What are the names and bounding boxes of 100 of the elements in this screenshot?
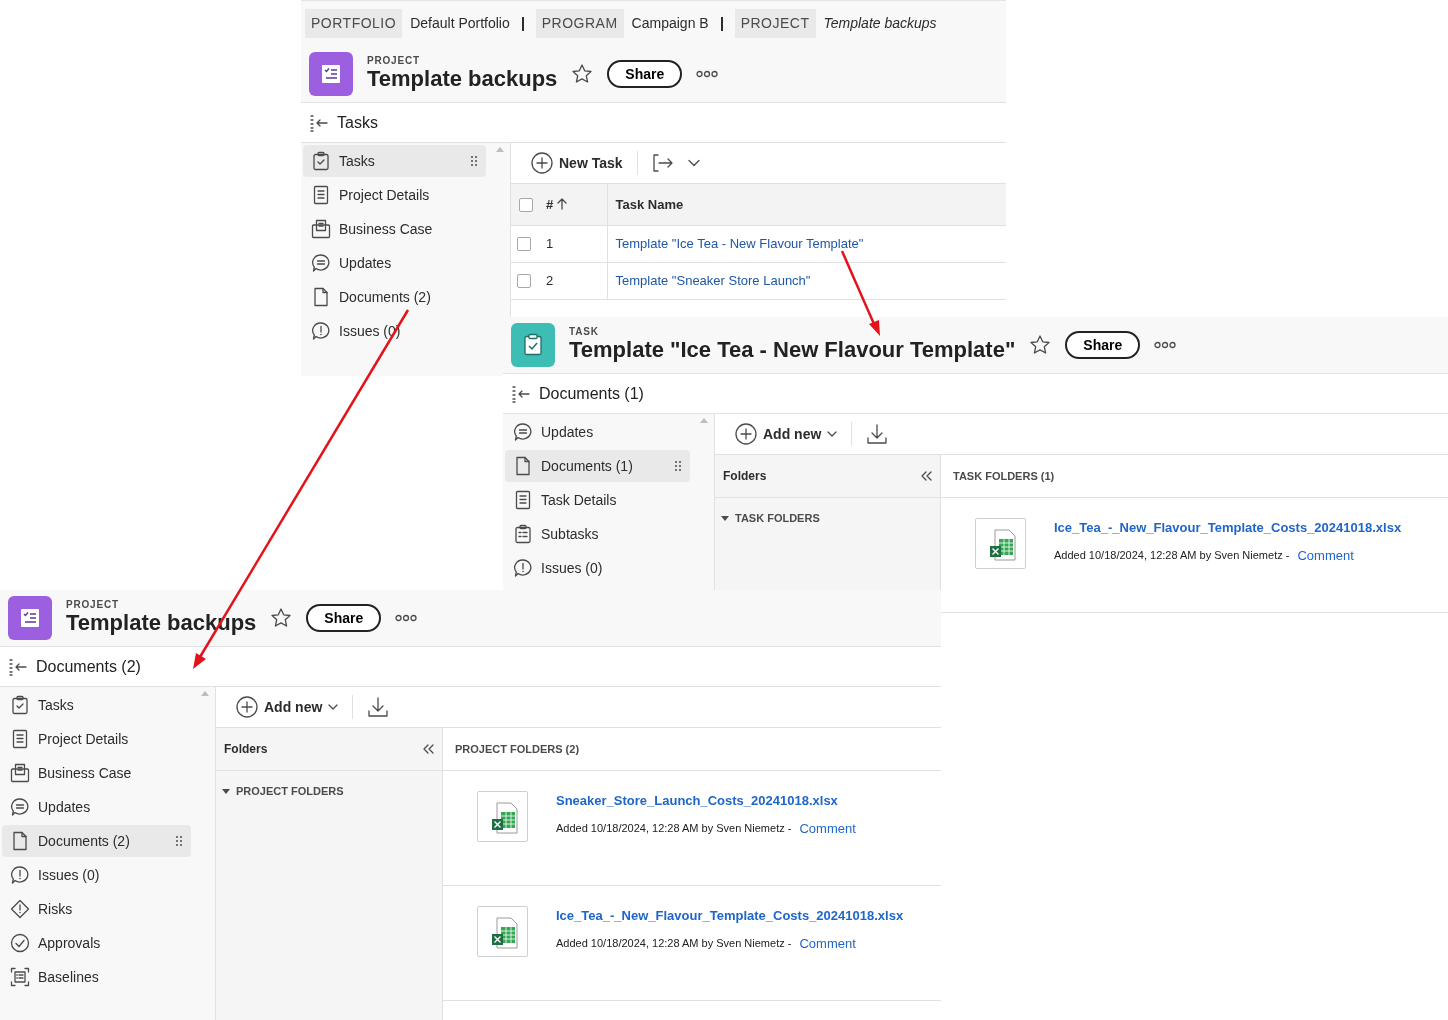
chevron-down-icon[interactable] [687,159,700,167]
number-column-header[interactable]: # [546,194,568,214]
file-link[interactable]: Ice_Tea_-_New_Flavour_Template_Costs_20241018.xlsx [1054,518,1402,538]
sidebar-item[interactable]: Baselines [2,961,191,993]
drag-handle-icon[interactable] [175,835,183,847]
file-thumbnail[interactable] [975,518,1026,569]
select-all-checkbox[interactable] [519,198,533,213]
sidebar-item[interactable]: Documents (2) [2,825,191,857]
speech-bubble-icon [10,797,30,817]
sidebar-item[interactable]: Approvals [2,927,191,959]
scroll-up-icon [700,418,708,423]
document-icon [10,831,30,851]
breadcrumb-type-label: PROJECT [734,9,816,38]
star-icon[interactable] [571,63,594,85]
scroll-up-icon [496,147,504,152]
speech-bubble-icon [311,253,331,273]
sidebar-item[interactable]: Project Details [303,179,486,211]
breadcrumb-link[interactable]: Campaign B [631,13,709,34]
comment-link[interactable]: Comment [799,933,856,953]
page-title: Template "Ice Tea - New Flavour Template" [569,336,1016,364]
row-checkbox[interactable] [517,237,531,252]
more-options-icon[interactable] [1154,341,1177,349]
breadcrumb-link[interactable]: Default Portfolio [410,13,510,34]
collapse-panel-icon[interactable] [511,384,531,403]
section-title: Tasks [337,112,378,133]
folders-heading: Folders [224,741,268,758]
page-title: Template backups [367,65,558,93]
section-title: Documents (1) [539,383,644,404]
file-thumbnail[interactable] [477,906,528,957]
sidebar-item[interactable]: Risks [2,893,191,925]
document-icon [311,287,331,307]
document-icon [513,456,533,476]
file-link[interactable]: Sneaker_Store_Launch_Costs_20241018.xlsx [556,791,856,811]
star-icon[interactable] [270,607,293,629]
star-icon[interactable] [1029,334,1052,356]
comment-link[interactable]: Comment [799,818,856,838]
sort-ascending-icon [557,198,568,211]
sidebar-item[interactable]: Documents (2) [303,281,486,313]
check-circle-icon [10,933,30,953]
folder-group[interactable]: PROJECT FOLDERS [216,771,442,812]
sidebar-item[interactable]: Updates [505,416,690,448]
breadcrumb-type-label: PROGRAM [535,9,624,38]
warning-diamond-icon [10,899,30,919]
row-number: 2 [546,272,554,288]
add-new-button[interactable]: Add new [236,696,339,718]
file-link[interactable]: Ice_Tea_-_New_Flavour_Template_Costs_20241018.xlsx [556,906,904,926]
collapse-panel-icon[interactable] [8,657,28,676]
sidebar-item[interactable]: Updates [2,791,191,823]
drag-handle-icon[interactable] [470,155,478,167]
add-circle-icon [735,423,757,445]
share-button[interactable]: Share [306,603,382,633]
sidebar-item[interactable]: Updates [303,247,486,279]
sidebar-item[interactable]: Tasks [303,145,486,177]
object-type-label: PROJECT [66,599,120,610]
share-button[interactable]: Share [1065,330,1141,360]
download-icon[interactable] [866,423,889,445]
row-checkbox[interactable] [517,274,531,289]
collapse-left-icon[interactable] [422,744,434,754]
document-lines-icon [311,185,331,205]
sidebar-item[interactable]: Business Case [2,757,191,789]
add-circle-icon [236,696,258,718]
file-thumbnail[interactable] [477,791,528,842]
sidebar-item[interactable]: Project Details [2,723,191,755]
more-options-icon[interactable] [696,70,719,78]
document-lines-icon [513,490,533,510]
breadcrumb-link[interactable]: Template backups [823,13,937,34]
folder-group[interactable]: TASK FOLDERS [715,498,940,539]
file-added-info: Added 10/18/2024, 12:28 AM by Sven Niemetz - [556,821,792,836]
collapse-panel-icon[interactable] [309,113,329,132]
object-type-label: TASK [569,326,600,337]
column-header: Task Name [607,184,1006,225]
sidebar-item[interactable]: Task Details [505,484,690,516]
file-added-info: Added 10/18/2024, 12:28 AM by Sven Niemetz - [556,936,792,951]
sidebar-item[interactable]: Subtasks [505,518,690,550]
briefcase-document-icon [10,763,30,783]
add-new-button[interactable]: Add new [735,423,838,445]
drag-handle-icon[interactable] [674,460,682,472]
collapse-left-icon[interactable] [920,471,932,481]
task-link[interactable]: Template "Ice Tea - New Flavour Template" [615,235,864,251]
export-icon[interactable] [651,153,674,173]
clipboard-check-icon [311,151,331,171]
share-button[interactable]: Share [607,59,683,89]
download-icon[interactable] [367,696,390,718]
task-link[interactable]: Template "Sneaker Store Launch" [615,272,811,288]
sidebar-item[interactable]: Issues (0) [2,859,191,891]
checklist-clipboard-icon [513,524,533,544]
clipboard-check-icon [10,695,30,715]
sidebar-item[interactable]: Documents (1) [505,450,690,482]
comment-link[interactable]: Comment [1297,545,1354,565]
breadcrumb-type-label: PORTFOLIO [305,9,403,38]
new-task-button[interactable]: New Task [531,152,623,174]
sidebar-item[interactable]: Business Case [303,213,486,245]
sidebar-item[interactable]: Tasks [2,689,191,721]
folder-list-heading: TASK FOLDERS (1) [941,455,1448,498]
more-options-icon[interactable] [395,614,418,622]
caret-down-icon [222,788,230,794]
chevron-down-icon [827,431,838,437]
exclamation-bubble-icon [513,558,533,578]
sidebar-item[interactable]: Issues (0) [505,552,690,584]
object-type-label: PROJECT [367,55,421,66]
